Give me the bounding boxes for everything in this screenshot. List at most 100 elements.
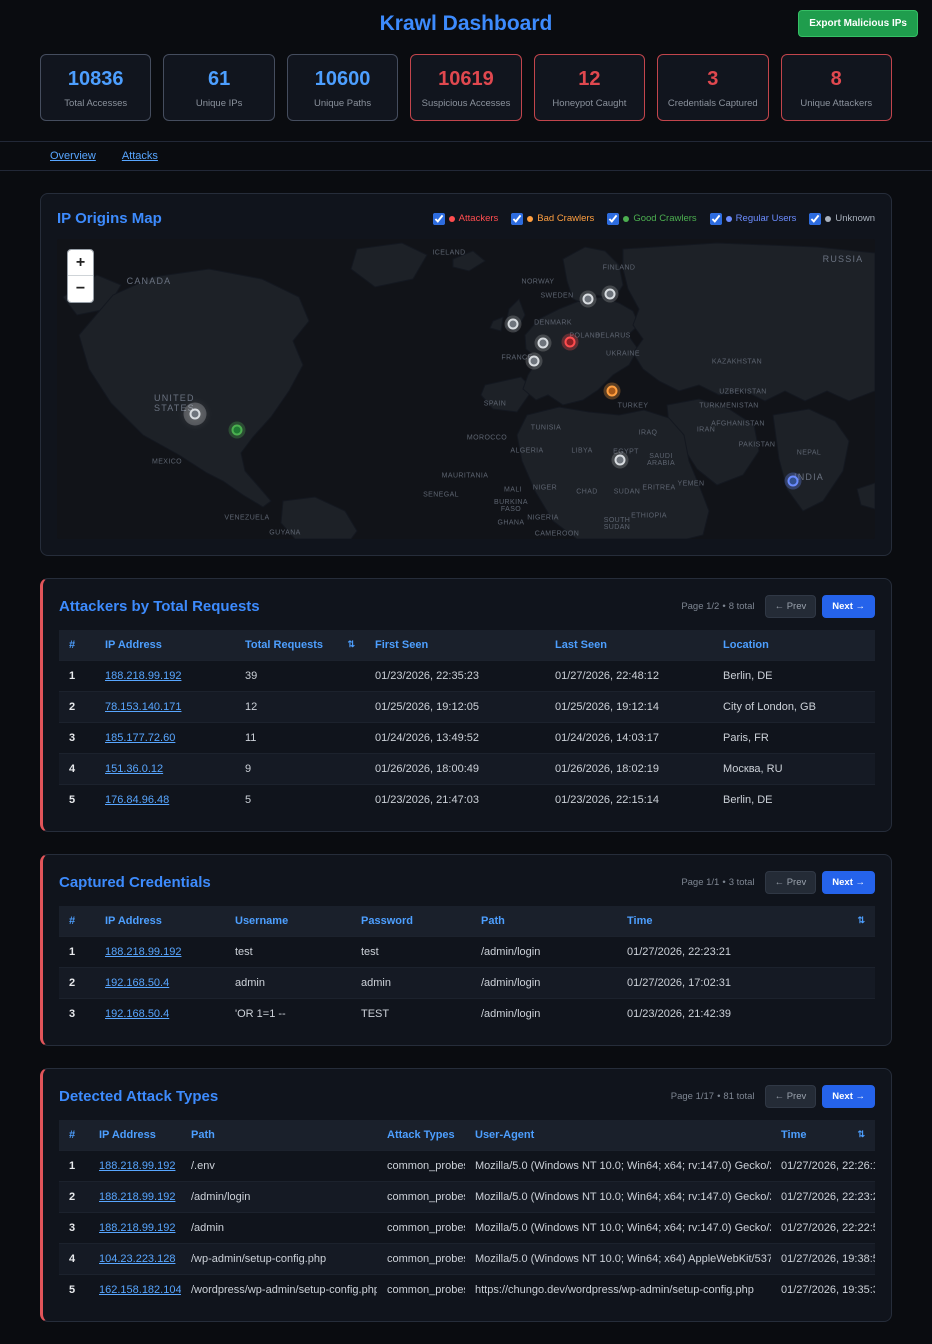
ip-origins-map[interactable]: ICELAND CANADA RUSSIA NORWAY FINLAND SWE… [57, 239, 875, 539]
map-marker-unknown[interactable] [538, 338, 549, 349]
cell-number: 3 [59, 999, 95, 1030]
legend-bad-crawlers[interactable]: Bad Crawlers [511, 213, 594, 225]
ip-link[interactable]: 176.84.96.48 [105, 794, 169, 806]
prev-page-button[interactable]: ← Prev [765, 871, 817, 894]
stat-label: Unique Attackers [786, 98, 887, 109]
col-time[interactable]: Time⇅ [617, 906, 875, 937]
map-marker-unknown[interactable] [605, 289, 616, 300]
tab-bar: Overview Attacks [0, 141, 932, 171]
next-page-button[interactable]: Next → [822, 595, 875, 618]
legend-unknown[interactable]: Unknown [809, 213, 875, 225]
ip-link[interactable]: 188.218.99.192 [99, 1191, 175, 1203]
export-malicious-ips-button[interactable]: Export Malicious IPs [798, 10, 918, 37]
map-marker-bad-crawler[interactable] [607, 386, 618, 397]
page-info: Page 1/1•3 total [681, 877, 754, 888]
col-user-agent: User-Agent [465, 1120, 771, 1151]
map-marker-unknown[interactable] [508, 319, 519, 330]
legend-regular-users[interactable]: Regular Users [710, 213, 797, 225]
table-row: 5 162.158.182.104 /wordpress/wp-admin/se… [59, 1275, 875, 1306]
attackers-pagination: Page 1/2•8 total ← Prev Next → [681, 595, 875, 618]
cell-time: 01/27/2026, 22:23:21 [771, 1182, 875, 1213]
map-marker-unknown[interactable] [615, 455, 626, 466]
cell-time: 01/27/2026, 17:02:31 [617, 968, 875, 999]
cell-number: 3 [59, 1213, 89, 1244]
cell-user-agent: Mozilla/5.0 (Windows NT 10.0; Win64; x64… [465, 1182, 771, 1213]
cell-number: 2 [59, 692, 95, 723]
prev-page-button[interactable]: ← Prev [765, 595, 817, 618]
cell-number: 1 [59, 937, 95, 968]
legend-good-crawlers[interactable]: Good Crawlers [607, 213, 696, 225]
ip-link[interactable]: 104.23.223.128 [99, 1253, 175, 1265]
cell-number: 3 [59, 723, 95, 754]
attackers-card-title: Attackers by Total Requests [59, 598, 260, 615]
map-marker-regular-user[interactable] [788, 476, 799, 487]
col-time[interactable]: Time⇅ [771, 1120, 875, 1151]
zoom-in-button[interactable]: + [68, 250, 93, 276]
legend-label: Good Crawlers [633, 213, 696, 224]
detected-card-title: Detected Attack Types [59, 1088, 218, 1105]
cell-attack-types: common_probes [377, 1213, 465, 1244]
cell-last-seen: 01/23/2026, 22:15:14 [545, 785, 713, 816]
legend-attackers-checkbox[interactable] [433, 213, 445, 225]
legend-attackers[interactable]: Attackers [433, 213, 499, 225]
legend-regular-users-checkbox[interactable] [710, 213, 722, 225]
cell-path: /admin/login [471, 937, 617, 968]
legend-label: Bad Crawlers [537, 213, 594, 224]
map-marker-unknown[interactable] [583, 294, 594, 305]
tab-overview[interactable]: Overview [50, 150, 96, 162]
page: Krawl Dashboard Export Malicious IPs 108… [0, 0, 932, 1322]
col-number: # [59, 906, 95, 937]
legend-good-crawlers-checkbox[interactable] [607, 213, 619, 225]
stat-value: 61 [168, 68, 269, 91]
sort-icon[interactable]: ⇅ [857, 915, 865, 926]
ip-link[interactable]: 78.153.140.171 [105, 701, 181, 713]
stat-value: 10600 [292, 68, 393, 91]
cell-attack-types: common_probes [377, 1275, 465, 1306]
ip-link[interactable]: 188.218.99.192 [99, 1160, 175, 1172]
next-page-button[interactable]: Next → [822, 1085, 875, 1108]
map-marker-unknown-cluster[interactable] [190, 409, 201, 420]
cell-time: 01/27/2026, 22:26:11 [771, 1151, 875, 1182]
col-total-requests[interactable]: Total Requests⇅ [235, 630, 365, 661]
stat-label: Total Accesses [45, 98, 146, 109]
next-page-button[interactable]: Next → [822, 871, 875, 894]
map-marker-unknown[interactable] [529, 356, 540, 367]
ip-link[interactable]: 188.218.99.192 [105, 946, 181, 958]
cell-requests: 11 [235, 723, 365, 754]
cell-ip: 188.218.99.192 [89, 1151, 181, 1182]
world-map-graphic [57, 239, 875, 539]
zoom-out-button[interactable]: − [68, 276, 93, 302]
sort-icon[interactable]: ⇅ [857, 1129, 865, 1140]
cell-ip: 78.153.140.171 [95, 692, 235, 723]
cell-attack-types: common_probes [377, 1244, 465, 1275]
map-marker-good-crawler[interactable] [232, 425, 243, 436]
table-row: 1 188.218.99.192 39 01/23/2026, 22:35:23… [59, 661, 875, 692]
ip-link[interactable]: 188.218.99.192 [105, 670, 181, 682]
ip-link[interactable]: 192.168.50.4 [105, 1008, 169, 1020]
sort-icon[interactable]: ⇅ [347, 639, 355, 650]
ip-link[interactable]: 162.158.182.104 [99, 1284, 181, 1296]
ip-link[interactable]: 185.177.72.60 [105, 732, 175, 744]
ip-link[interactable]: 151.36.0.12 [105, 763, 163, 775]
table-row: 2 78.153.140.171 12 01/25/2026, 19:12:05… [59, 692, 875, 723]
stat-label: Unique Paths [292, 98, 393, 109]
cell-user-agent: Mozilla/5.0 (Windows NT 10.0; Win64; x64… [465, 1244, 771, 1275]
cell-time: 01/27/2026, 19:35:33 [771, 1275, 875, 1306]
ip-link[interactable]: 192.168.50.4 [105, 977, 169, 989]
cell-number: 5 [59, 785, 95, 816]
tab-attacks[interactable]: Attacks [122, 150, 158, 162]
ip-link[interactable]: 188.218.99.192 [99, 1222, 175, 1234]
page-title: Krawl Dashboard [0, 12, 932, 36]
map-marker-attacker[interactable] [565, 337, 576, 348]
legend-dot-attackers [449, 216, 455, 222]
cell-number: 4 [59, 1244, 89, 1275]
credentials-pagination: Page 1/1•3 total ← Prev Next → [681, 871, 875, 894]
stat-value: 3 [662, 68, 763, 91]
prev-page-button[interactable]: ← Prev [765, 1085, 817, 1108]
detected-attack-types-card: Detected Attack Types Page 1/17•81 total… [40, 1068, 892, 1322]
legend-unknown-checkbox[interactable] [809, 213, 821, 225]
separator: • [717, 1091, 720, 1102]
legend-bad-crawlers-checkbox[interactable] [511, 213, 523, 225]
legend-dot-regular-users [726, 216, 732, 222]
legend-label: Attackers [459, 213, 499, 224]
